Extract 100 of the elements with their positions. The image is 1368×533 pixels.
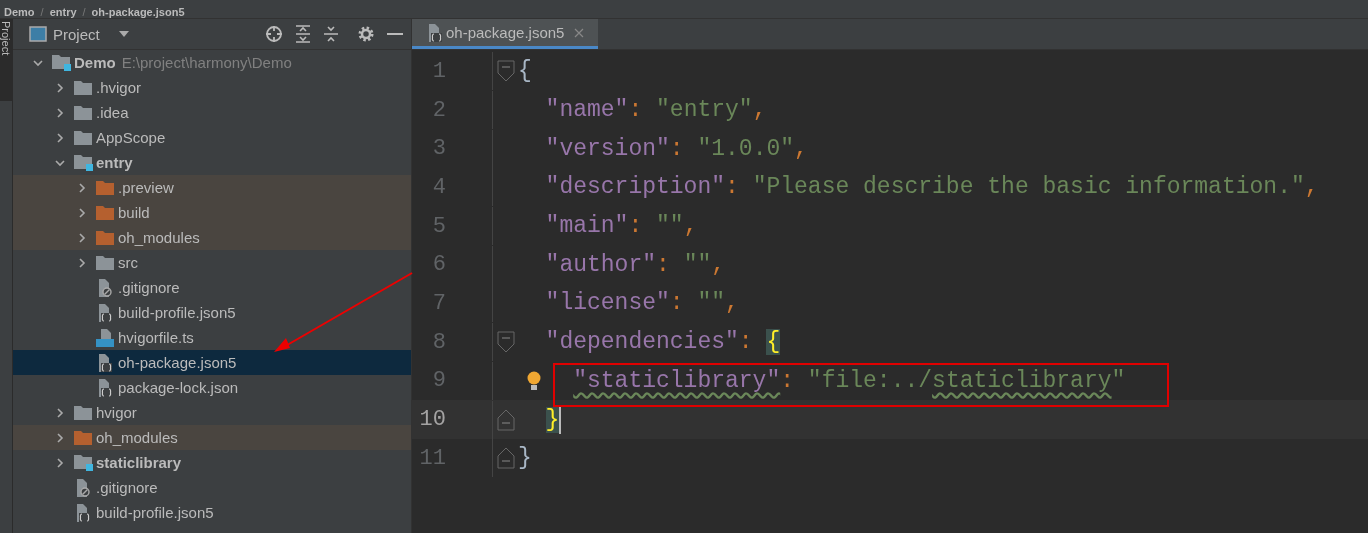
tree-item-label: build-profile.json5: [118, 304, 236, 321]
line-number: 5: [431, 213, 447, 239]
tree-item[interactable]: build: [13, 200, 411, 225]
folder-icon: [74, 430, 92, 445]
dropdown-caret-icon[interactable]: [117, 30, 130, 38]
lightbulb-icon[interactable]: [527, 370, 541, 391]
breadcrumb-item[interactable]: Demo: [4, 6, 35, 18]
line-number: 2: [431, 97, 447, 123]
tree-item-label: .gitignore: [96, 479, 158, 496]
tree-item[interactable]: .preview: [13, 175, 411, 200]
text-cursor: [559, 405, 562, 434]
code-line: }: [518, 445, 532, 472]
tree-item[interactable]: oh_modules: [13, 225, 411, 250]
chevron-right-icon[interactable]: [54, 106, 66, 119]
chevron-right-icon[interactable]: [54, 456, 66, 469]
chevron-right-icon[interactable]: [54, 431, 66, 444]
line-number: 4: [431, 174, 447, 200]
code-line: "staticlibrary": "file:../staticlibrary": [573, 367, 1126, 394]
ignored-file-icon: [96, 278, 112, 297]
code-line: "description": "Please describe the basic information.",: [545, 174, 1319, 201]
tree-item[interactable]: build-profile.json5: [13, 500, 411, 525]
line-number: 10: [418, 407, 447, 433]
tree-item-label: package-lock.json: [118, 379, 239, 396]
breadcrumb-separator: /: [82, 6, 86, 18]
line-number: 9: [431, 368, 447, 394]
tree-item[interactable]: .gitignore: [13, 475, 411, 500]
code-line: "main": "",: [545, 213, 698, 240]
collapse-all-icon[interactable]: [323, 25, 339, 43]
locate-icon[interactable]: [265, 25, 283, 43]
json-file-icon: [426, 23, 442, 42]
chevron-right-icon[interactable]: [76, 206, 88, 219]
folder-icon: [96, 255, 114, 270]
expand-all-icon[interactable]: [295, 25, 311, 43]
project-path: E:\project\harmony\Demo: [121, 54, 292, 71]
line-number: 8: [431, 329, 447, 355]
module-folder-icon: [74, 454, 94, 471]
line-number: 7: [431, 290, 447, 316]
fold-end-icon[interactable]: [496, 447, 515, 470]
typescript-file-icon: [96, 328, 114, 347]
tree-item-label: oh_modules: [118, 229, 200, 246]
chevron-right-icon[interactable]: [76, 256, 88, 269]
tree-item[interactable]: AppScope: [13, 125, 411, 150]
code-line: "dependencies": {: [545, 329, 781, 356]
tree-item-label: .gitignore: [118, 279, 180, 296]
code-line: "license": "",: [545, 290, 739, 317]
line-number: 1: [431, 58, 447, 84]
breadcrumb-separator: /: [40, 6, 44, 18]
window-icon: [29, 26, 47, 42]
project-tool-tab[interactable]: Project: [0, 19, 12, 101]
tree-item-label: staticlibrary: [96, 454, 182, 471]
tree-item-label: AppScope: [96, 129, 166, 146]
tree-item[interactable]: oh_modules: [13, 425, 411, 450]
folder-icon: [74, 130, 92, 145]
ignored-file-icon: [74, 478, 90, 497]
tree-item[interactable]: entry: [13, 150, 411, 175]
folder-icon: [74, 405, 92, 420]
tree-item[interactable]: build-profile.json5: [13, 300, 411, 325]
fold-icon[interactable]: [496, 331, 515, 354]
breadcrumb-item[interactable]: oh-package.json5: [91, 6, 185, 18]
tree-item[interactable]: oh-package.json5: [13, 350, 411, 375]
tree-item-label: Demo: [74, 54, 116, 71]
tree-item-label: .hvigor: [96, 79, 142, 96]
folder-icon: [74, 105, 92, 120]
chevron-right-icon[interactable]: [54, 81, 66, 94]
tree-item-label: hvigorfile.ts: [118, 329, 194, 346]
settings-icon[interactable]: [357, 25, 375, 43]
tree-item-label: build: [118, 204, 150, 221]
tree-item[interactable]: staticlibrary: [13, 450, 411, 475]
tree-item-label: .preview: [118, 179, 174, 196]
tree-item[interactable]: hvigorfile.ts: [13, 325, 411, 350]
chevron-right-icon[interactable]: [76, 231, 88, 244]
folder-icon: [96, 230, 114, 245]
tree-item-label: hvigor: [96, 404, 137, 421]
code-line: "version": "1.0.0",: [545, 135, 808, 162]
tree-item[interactable]: package-lock.json: [13, 375, 411, 400]
module-folder-icon: [74, 154, 94, 171]
editor-tab[interactable]: oh-package.json5: [412, 19, 599, 49]
tree-item-label: oh-package.json5: [118, 354, 237, 371]
minimize-icon[interactable]: [387, 32, 403, 36]
tree-item-label: entry: [96, 154, 133, 171]
tree-item[interactable]: .idea: [13, 100, 411, 125]
chevron-right-icon[interactable]: [54, 131, 66, 144]
line-number: 11: [418, 445, 447, 471]
tree-item[interactable]: .gitignore: [13, 275, 411, 300]
tree-item[interactable]: .hvigor: [13, 75, 411, 100]
module-folder-icon: [52, 54, 72, 71]
tree-item[interactable]: hvigor: [13, 400, 411, 425]
json-file-icon: [96, 378, 112, 397]
tree-item[interactable]: Demo E:\project\harmony\Demo: [13, 50, 411, 75]
folder-icon: [96, 180, 114, 195]
tree-item[interactable]: src: [13, 250, 411, 275]
code-line: "name": "entry",: [545, 97, 767, 124]
fold-icon[interactable]: [496, 60, 515, 83]
json-file-icon: [74, 503, 90, 522]
chevron-right-icon[interactable]: [76, 181, 88, 194]
breadcrumb-item[interactable]: entry: [49, 6, 77, 18]
folder-icon: [74, 80, 92, 95]
json-file-icon: [96, 353, 112, 372]
chevron-right-icon[interactable]: [54, 406, 66, 419]
panel-title[interactable]: Project: [53, 25, 100, 43]
